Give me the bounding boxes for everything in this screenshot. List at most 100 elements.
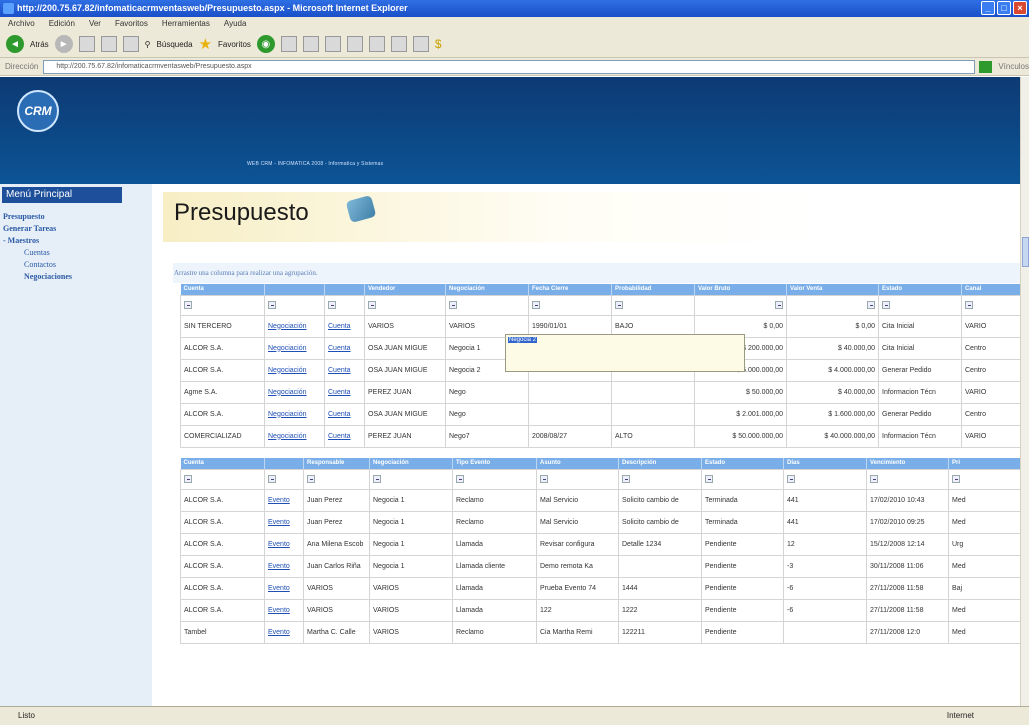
filter-icon[interactable] bbox=[952, 475, 960, 483]
table-row[interactable]: Tambel Evento Martha C. Calle VARIOS Reclamo… bbox=[180, 620, 1020, 644]
filter-cell[interactable] bbox=[866, 468, 949, 490]
money-icon[interactable]: $ bbox=[435, 37, 442, 51]
filter-cell[interactable] bbox=[180, 468, 265, 490]
col-header[interactable]: Cuenta bbox=[180, 284, 265, 295]
filter-cell[interactable] bbox=[264, 468, 304, 490]
col-header[interactable]: Estado bbox=[701, 458, 784, 469]
table-row[interactable]: COMERCIALIZAD Negociación Cuenta PEREZ JUAN… bbox=[180, 424, 1020, 448]
col-header[interactable] bbox=[324, 284, 365, 295]
filter-cell[interactable] bbox=[961, 294, 1020, 316]
filter-icon[interactable] bbox=[268, 475, 276, 483]
row-link[interactable]: Evento bbox=[268, 541, 290, 548]
table-row[interactable]: Agme S.A. Negociación Cuenta PEREZ JUAN Nego… bbox=[180, 380, 1020, 404]
col-header[interactable]: Responsable bbox=[303, 458, 370, 469]
filter-icon[interactable] bbox=[368, 301, 376, 309]
folder-icon[interactable] bbox=[368, 36, 385, 52]
filter-icon[interactable] bbox=[184, 301, 192, 309]
col-header[interactable]: Pri bbox=[948, 458, 1020, 469]
filter-icon[interactable] bbox=[870, 475, 878, 483]
col-header[interactable]: Cuenta bbox=[180, 458, 265, 469]
favorites-star-icon[interactable]: ★ bbox=[199, 35, 212, 53]
search-icon[interactable]: ⚲ bbox=[145, 40, 151, 49]
maximize-icon[interactable]: □ bbox=[997, 1, 1011, 15]
filter-cell[interactable] bbox=[528, 294, 612, 316]
menu-edicion[interactable]: Edición bbox=[49, 17, 75, 31]
filter-cell[interactable] bbox=[264, 294, 325, 316]
menu-ayuda[interactable]: Ayuda bbox=[224, 17, 247, 31]
row-link[interactable]: Cuenta bbox=[328, 323, 351, 330]
row-link[interactable]: Cuenta bbox=[328, 433, 351, 440]
back-arrow-icon[interactable]: ◄ bbox=[6, 35, 24, 53]
col-header[interactable]: Estado bbox=[878, 284, 962, 295]
col-header[interactable]: Probabilidad bbox=[611, 284, 695, 295]
filter-cell[interactable] bbox=[369, 468, 453, 490]
filter-cell[interactable] bbox=[180, 294, 265, 316]
sidebar-item-negociaciones[interactable]: Negociaciones bbox=[24, 272, 72, 281]
row-link[interactable]: Negociación bbox=[268, 367, 307, 374]
row-link[interactable]: Negociación bbox=[268, 433, 307, 440]
row-link[interactable]: Evento bbox=[268, 497, 290, 504]
row-link[interactable]: Evento bbox=[268, 629, 290, 636]
filter-cell[interactable] bbox=[786, 294, 879, 316]
links-label[interactable]: Vínculos bbox=[998, 62, 1029, 71]
col-header[interactable]: Tipo Evento bbox=[452, 458, 537, 469]
filter-icon[interactable] bbox=[965, 301, 973, 309]
table-row[interactable]: ALCOR S.A. Evento VARIOS VARIOS Llamada 122 12… bbox=[180, 598, 1020, 622]
filter-cell[interactable] bbox=[618, 468, 702, 490]
refresh-icon[interactable] bbox=[100, 36, 117, 52]
stop-icon[interactable] bbox=[78, 36, 95, 52]
filter-icon[interactable] bbox=[456, 475, 464, 483]
col-header[interactable] bbox=[264, 284, 325, 295]
filter-cell[interactable] bbox=[536, 468, 619, 490]
col-header[interactable]: Negociación bbox=[369, 458, 453, 469]
col-header[interactable] bbox=[264, 458, 304, 469]
row-link[interactable]: Negociación bbox=[268, 345, 307, 352]
search-label[interactable]: Búsqueda bbox=[157, 40, 193, 49]
row-link[interactable]: Cuenta bbox=[328, 367, 351, 374]
vertical-scrollbar[interactable] bbox=[1020, 77, 1029, 706]
row-link[interactable]: Evento bbox=[268, 585, 290, 592]
filter-cell[interactable] bbox=[878, 294, 962, 316]
filter-icon[interactable] bbox=[787, 475, 795, 483]
filter-icon[interactable] bbox=[532, 301, 540, 309]
filter-icon[interactable] bbox=[622, 475, 630, 483]
filter-icon[interactable] bbox=[882, 301, 890, 309]
filter-icon[interactable] bbox=[775, 301, 783, 309]
filter-cell[interactable] bbox=[452, 468, 537, 490]
forward-arrow-icon[interactable]: ► bbox=[54, 35, 73, 53]
go-icon[interactable] bbox=[978, 60, 993, 73]
table-row[interactable]: ALCOR S.A. Evento Ana Milena Escob Negocia … bbox=[180, 532, 1020, 556]
print-icon[interactable] bbox=[324, 36, 341, 52]
sidebar-item-generar-tareas[interactable]: Generar Tareas bbox=[3, 224, 56, 233]
table-row[interactable]: ALCOR S.A. Evento Juan Perez Negocia 1 Recla… bbox=[180, 510, 1020, 534]
address-input[interactable]: http://200.75.67.82/infomaticacrmventasw… bbox=[43, 59, 975, 74]
row-link[interactable]: Evento bbox=[268, 519, 290, 526]
filter-cell[interactable] bbox=[694, 294, 787, 316]
sidebar-item-contactos[interactable]: Contactos bbox=[24, 260, 56, 269]
menu-archivo[interactable]: Archivo bbox=[8, 17, 35, 31]
sidebar-item-maestros[interactable]: - Maestros bbox=[3, 236, 39, 245]
close-icon[interactable]: × bbox=[1013, 1, 1027, 15]
filter-cell[interactable] bbox=[324, 294, 365, 316]
table-row[interactable]: ALCOR S.A. Evento VARIOS VARIOS Llamada Prueb… bbox=[180, 576, 1020, 600]
menu-favoritos[interactable]: Favoritos bbox=[115, 17, 148, 31]
table-row[interactable]: ALCOR S.A. Evento Juan Carlos Riña Negocia … bbox=[180, 554, 1020, 578]
filter-cell[interactable] bbox=[303, 468, 370, 490]
menu-ver[interactable]: Ver bbox=[89, 17, 101, 31]
filter-icon[interactable] bbox=[705, 475, 713, 483]
research-icon[interactable] bbox=[412, 36, 429, 52]
col-header[interactable]: Vencimiento bbox=[866, 458, 949, 469]
row-link[interactable]: Cuenta bbox=[328, 389, 351, 396]
filter-icon[interactable] bbox=[867, 301, 875, 309]
filter-icon[interactable] bbox=[615, 301, 623, 309]
media-icon[interactable]: ◉ bbox=[256, 35, 275, 53]
filter-cell[interactable] bbox=[364, 294, 446, 316]
filter-cell[interactable] bbox=[701, 468, 784, 490]
filter-cell[interactable] bbox=[948, 468, 1020, 490]
filter-icon[interactable] bbox=[540, 475, 548, 483]
row-link[interactable]: Negociación bbox=[268, 323, 307, 330]
table-row[interactable]: ALCOR S.A. Evento Juan Perez Negocia 1 Recla… bbox=[180, 488, 1020, 512]
col-header[interactable]: Valor Venta bbox=[786, 284, 879, 295]
minimize-icon[interactable]: _ bbox=[981, 1, 995, 15]
filter-icon[interactable] bbox=[268, 301, 276, 309]
